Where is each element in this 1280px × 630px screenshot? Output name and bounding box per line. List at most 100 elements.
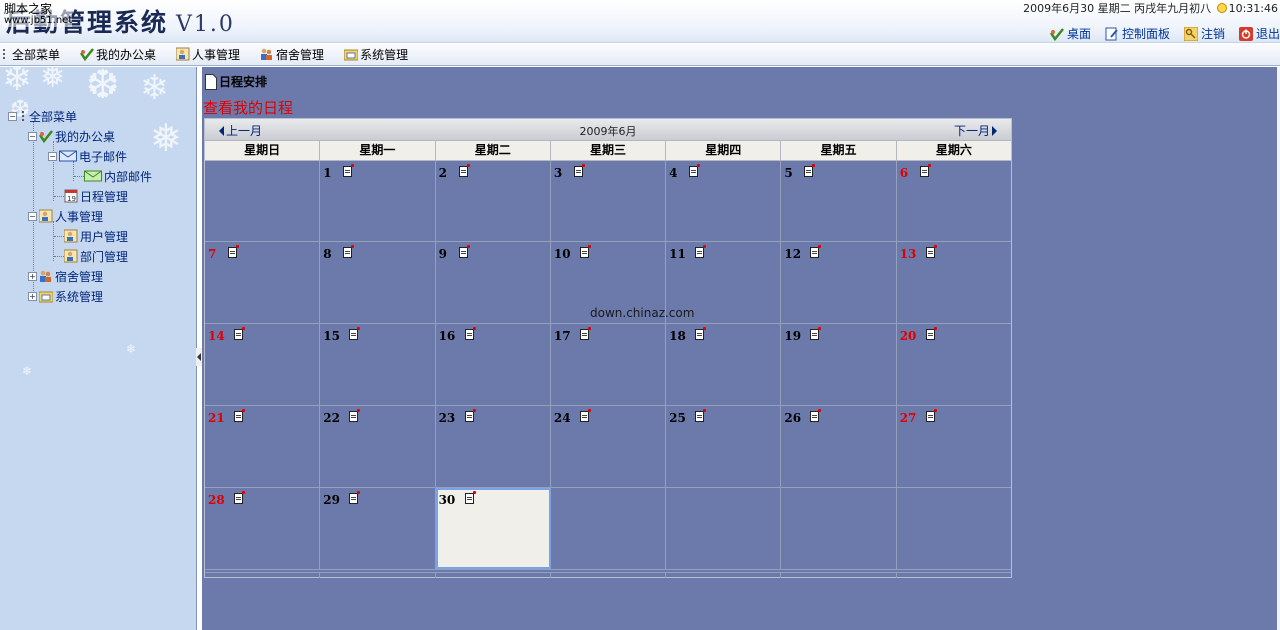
calendar-empty-cell [781, 488, 897, 569]
calendar-day-cell[interactable]: 16 [436, 324, 551, 405]
control-panel-link[interactable]: 控制面板 [1105, 25, 1170, 42]
day-number: 23 [438, 411, 456, 425]
day-number: 16 [438, 329, 456, 343]
calendar-day-cell[interactable]: 2 [436, 161, 551, 241]
tree-node-my-desk[interactable]: − 我的办公桌 [28, 127, 115, 145]
day-number: 20 [899, 329, 917, 343]
add-schedule-icon[interactable] [343, 164, 355, 177]
menu-all[interactable]: 全部菜单 [2, 46, 60, 63]
calendar-day-cell[interactable]: 1 [320, 161, 436, 241]
day-number: 9 [438, 247, 447, 261]
add-schedule-icon[interactable] [464, 491, 476, 504]
add-schedule-icon[interactable] [464, 327, 476, 340]
calendar-day-cell[interactable]: 8 [320, 242, 436, 323]
calendar-day-cell[interactable]: 4 [666, 161, 782, 241]
add-schedule-icon[interactable] [925, 409, 937, 422]
tree-node-system[interactable]: + 系统管理 [28, 287, 103, 305]
add-schedule-icon[interactable] [579, 409, 591, 422]
tree-node-internal-mail[interactable]: 内部邮件 [84, 167, 152, 185]
collapse-toggle-icon[interactable]: − [28, 211, 37, 221]
add-schedule-icon[interactable] [804, 164, 816, 177]
calendar-day-cell[interactable]: 6 [897, 161, 1011, 241]
add-schedule-icon[interactable] [234, 491, 245, 504]
calendar-day-cell[interactable]: 12 [781, 242, 897, 323]
calendar-day-cell[interactable]: 21 [205, 406, 321, 487]
menu-hr[interactable]: 人事管理 [176, 46, 240, 63]
menu-system[interactable]: 系统管理 [344, 46, 408, 63]
day-number: 8 [323, 247, 332, 261]
calendar-day-cell[interactable]: 28 [205, 488, 321, 569]
logout-link[interactable]: 注销 [1183, 25, 1225, 42]
tree-node-root[interactable]: − 全部菜单 [8, 107, 77, 125]
add-schedule-icon[interactable] [343, 245, 355, 258]
add-schedule-icon[interactable] [695, 409, 707, 422]
add-schedule-icon[interactable] [349, 409, 361, 422]
add-schedule-icon[interactable] [234, 327, 245, 340]
menu-my-desk[interactable]: 我的办公桌 [80, 46, 156, 63]
tree-node-dorm[interactable]: + 宿舍管理 [28, 267, 103, 285]
menu-dorm[interactable]: 宿舍管理 [260, 46, 324, 63]
add-schedule-icon[interactable] [579, 245, 591, 258]
add-schedule-icon[interactable] [810, 245, 822, 258]
exit-link[interactable]: 退出 [1238, 25, 1280, 42]
add-schedule-icon[interactable] [919, 164, 931, 177]
calendar-day-cell[interactable]: 29 [320, 488, 436, 569]
add-schedule-icon[interactable] [349, 491, 361, 504]
tree-node-departments[interactable]: 部门管理 [64, 247, 128, 265]
collapse-toggle-icon[interactable]: − [48, 151, 57, 161]
calendar-day-cell[interactable]: 27 [897, 406, 1011, 487]
add-schedule-icon[interactable] [458, 164, 470, 177]
add-schedule-icon[interactable] [349, 327, 361, 340]
panel-edit-icon [1105, 27, 1118, 40]
calendar-day-cell[interactable]: 20 [897, 324, 1011, 405]
add-schedule-icon[interactable] [925, 245, 937, 258]
calendar-day-cell[interactable]: 15 [320, 324, 436, 405]
collapse-toggle-icon[interactable]: − [8, 111, 17, 121]
add-schedule-icon[interactable] [810, 409, 822, 422]
tree-node-hr[interactable]: − 人事管理 [28, 207, 103, 225]
day-number: 15 [323, 329, 340, 343]
expand-toggle-icon[interactable]: + [28, 271, 37, 281]
tree-node-email[interactable]: − 电子邮件 [48, 147, 127, 165]
add-schedule-icon[interactable] [228, 245, 239, 258]
calendar-day-cell[interactable]: 23 [436, 406, 551, 487]
calendar-empty-cell [205, 161, 321, 241]
collapse-toggle-icon[interactable]: − [28, 131, 37, 141]
tree-connector [74, 176, 84, 177]
person-card-icon [64, 249, 78, 263]
desktop-link-label: 桌面 [1066, 27, 1091, 41]
calendar-day-cell[interactable]: 5 [781, 161, 897, 241]
add-schedule-icon[interactable] [695, 327, 707, 340]
calendar-day-cell[interactable]: 19 [781, 324, 897, 405]
add-schedule-icon[interactable] [464, 409, 476, 422]
calendar-day-cell[interactable]: 14 [205, 324, 321, 405]
desktop-link[interactable]: 桌面 [1049, 25, 1091, 42]
add-schedule-icon[interactable] [579, 327, 591, 340]
calendar-day-cell[interactable]: 7 [205, 242, 321, 323]
calendar-day-cell[interactable]: 18 [666, 324, 782, 405]
add-schedule-icon[interactable] [458, 245, 470, 258]
day-number: 30 [438, 493, 456, 507]
add-schedule-icon[interactable] [234, 409, 245, 422]
expand-toggle-icon[interactable]: + [28, 291, 37, 301]
month-calendar: 上一月 2009年6月 下一月 星期日 星期一 星期二 星期三 星期四 星期五 … [204, 118, 1012, 578]
calendar-day-cell[interactable]: 25 [666, 406, 782, 487]
calendar-day-cell[interactable]: 17 [551, 324, 667, 405]
calendar-day-cell[interactable]: 26 [781, 406, 897, 487]
calendar-day-cell[interactable]: 9 [436, 242, 551, 323]
add-schedule-icon[interactable] [925, 327, 937, 340]
calendar-day-cell[interactable]: 30 [435, 488, 551, 569]
calendar-day-cell[interactable]: 22 [320, 406, 436, 487]
calendar-day-cell[interactable]: 13 [897, 242, 1011, 323]
tree-node-schedule[interactable]: 19 日程管理 [64, 187, 128, 205]
prev-month-button[interactable]: 上一月 [219, 122, 262, 139]
calendar-day-cell[interactable]: 3 [551, 161, 667, 241]
calendar-day-cell[interactable]: 24 [551, 406, 667, 487]
add-schedule-icon[interactable] [695, 245, 707, 258]
next-month-button[interactable]: 下一月 [954, 122, 997, 139]
add-schedule-icon[interactable] [689, 164, 701, 177]
view-my-schedule-link[interactable]: 查看我的日程 [203, 97, 293, 118]
add-schedule-icon[interactable] [810, 327, 822, 340]
add-schedule-icon[interactable] [573, 164, 585, 177]
tree-node-users[interactable]: 用户管理 [64, 227, 128, 245]
